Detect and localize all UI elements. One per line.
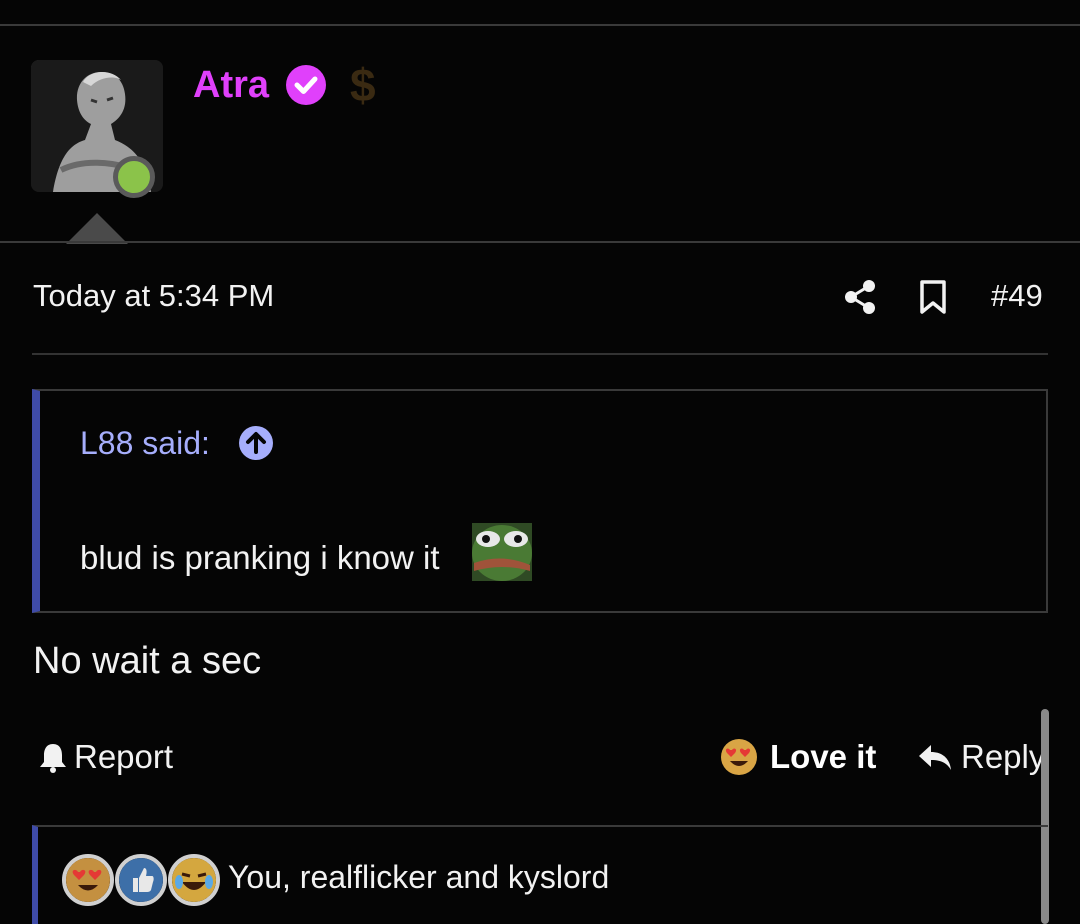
divider: [32, 353, 1048, 355]
post-number-link[interactable]: #49: [991, 278, 1043, 314]
post-container: Atra $ Today at 5:34 PM #49 L88 said: bl…: [0, 0, 1080, 924]
report-label: Report: [74, 738, 174, 775]
quote-text: blud is pranking i know it: [80, 539, 440, 576]
reply-label: Reply: [961, 738, 1046, 775]
heart-eyes-emoji: [721, 739, 757, 775]
verified-check-icon: [286, 65, 326, 105]
online-status-indicator: [113, 156, 155, 198]
share-icon[interactable]: [843, 279, 877, 315]
quote-author[interactable]: L88 said:: [80, 425, 210, 462]
avatar[interactable]: [31, 60, 163, 198]
love-label: Love it: [770, 738, 877, 775]
quote-block: L88 said: blud is pranking i know it: [32, 389, 1048, 613]
bookmark-icon[interactable]: [918, 280, 948, 314]
arrow-up-circle-icon[interactable]: [238, 425, 274, 461]
dollar-icon: $: [350, 59, 376, 111]
caret-pointer: [66, 213, 128, 244]
divider: [0, 241, 1080, 243]
reactions-bar[interactable]: You, realflicker and kyslord: [32, 825, 1048, 924]
heart-eyes-emoji: [62, 854, 114, 906]
reply-arrow-icon: [919, 745, 951, 770]
reactions-summary[interactable]: You, realflicker and kyslord: [228, 859, 609, 896]
reaction-icons: [62, 854, 232, 906]
post-timestamp[interactable]: Today at 5:34 PM: [33, 278, 274, 314]
bell-icon: [40, 744, 66, 773]
author-name[interactable]: Atra: [193, 64, 269, 107]
love-reaction-button[interactable]: Love it: [720, 738, 876, 776]
thumbs-up-emoji: [115, 854, 167, 906]
divider: [0, 24, 1080, 26]
report-button[interactable]: Report: [38, 738, 173, 776]
post-message: No wait a sec: [33, 640, 262, 682]
reply-button[interactable]: Reply: [917, 738, 1045, 776]
pepe-emoji: [472, 523, 532, 581]
laughing-crying-emoji: [168, 854, 220, 906]
